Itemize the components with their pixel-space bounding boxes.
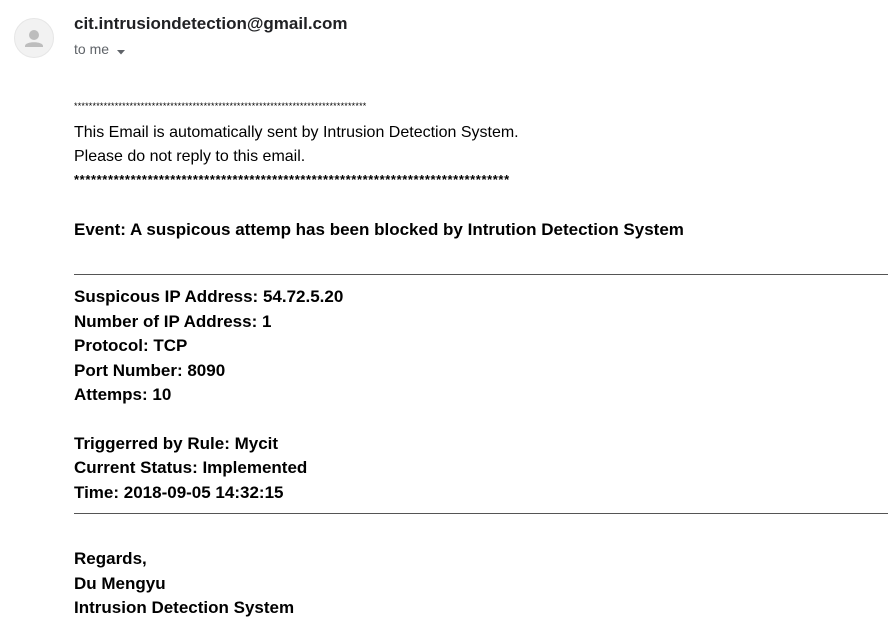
event-line: Event: A suspicous attemp has been block… (74, 220, 684, 239)
port-line: Port Number: 8090 (74, 361, 226, 380)
divider-bottom (74, 513, 888, 514)
signature-name: Du Mengyu (74, 574, 166, 593)
status-line: Current Status: Implemented (74, 458, 308, 477)
caret-down-icon[interactable] (116, 44, 126, 55)
recipient-line: to me (74, 41, 126, 57)
signature-closing: Regards, (74, 549, 147, 568)
sender-email[interactable]: cit.intrusiondetection@gmail.com (74, 14, 348, 34)
email-view: cit.intrusiondetection@gmail.com to me *… (0, 0, 888, 630)
time-line: Time: 2018-09-05 14:32:15 (74, 483, 284, 502)
suspicious-ip-line: Suspicous IP Address: 54.72.5.20 (74, 287, 344, 306)
divider-top (74, 274, 888, 275)
person-avatar-icon (25, 30, 43, 47)
sender-avatar[interactable] (14, 18, 54, 58)
auto-sent-notice: This Email is automatically sent by Intr… (74, 124, 519, 141)
no-reply-notice: Please do not reply to this email. (74, 148, 306, 165)
separator-stars-top: ****************************************… (74, 101, 367, 111)
rule-line: Triggerred by Rule: Mycit (74, 434, 279, 453)
recipient-label: to me (74, 41, 110, 57)
attempts-line: Attemps: 10 (74, 385, 172, 404)
protocol-line: Protocol: TCP (74, 336, 188, 355)
separator-stars-bottom: ****************************************… (74, 172, 510, 187)
signature-system: Intrusion Detection System (74, 598, 295, 617)
ip-count-line: Number of IP Address: 1 (74, 312, 272, 331)
